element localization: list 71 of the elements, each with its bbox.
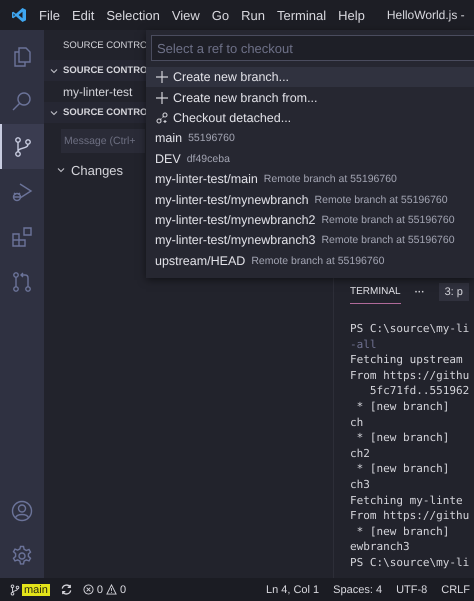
terminal-line: PS C:\source\my-li: [350, 321, 470, 337]
quick-pick-item[interactable]: Create new branch...: [146, 67, 474, 88]
activity-tab[interactable]: [0, 124, 44, 169]
menu-item[interactable]: Help: [338, 8, 365, 22]
quick-pick-item[interactable]: my-linter-test/mynewbranch Remote branch at 55196760: [146, 189, 474, 210]
ref-description: 55196760: [188, 132, 235, 144]
status-item[interactable]: CRLF: [441, 584, 470, 596]
sidebar-title: SOURCE CONTRO: [63, 40, 148, 50]
terminal-line: ewbranch3: [350, 539, 410, 555]
more-actions[interactable]: ···: [414, 286, 425, 298]
menu-item[interactable]: Terminal: [277, 8, 326, 22]
status-item[interactable]: UTF-8: [396, 584, 428, 596]
ref-description: Remote branch at 55196760: [321, 234, 455, 246]
quick-pick-item[interactable]: my-linter-test/mynewbranch3 Remote branch at 55196760: [146, 230, 474, 251]
menu-item[interactable]: File: [39, 8, 60, 22]
detach-icon: [155, 110, 169, 125]
blocks-icon: [10, 224, 34, 248]
terminal-line: * [new branch]: [356, 398, 450, 415]
terminal-line: * [new branch]: [356, 524, 450, 540]
terminal-line: 5fc71fd..551962: [368, 383, 470, 399]
section-header[interactable]: SOURCE CONTRO: [63, 65, 148, 76]
chevron-icon[interactable]: [56, 165, 66, 175]
terminal-line: From https://githu: [350, 368, 470, 384]
ref-description: df49ceba: [186, 152, 230, 165]
terminal-line: ch2: [350, 446, 370, 462]
status-item[interactable]: Spaces: 4: [333, 584, 382, 596]
menu-item[interactable]: Edit: [72, 8, 94, 22]
ref-description: Remote branch at 55196760: [321, 214, 455, 226]
ref-search-field[interactable]: Select a ref to checkout: [151, 35, 474, 61]
quick-pick-item[interactable]: upstream/HEAD Remote branch at 55196760: [146, 250, 474, 271]
branch-icon: [10, 584, 20, 596]
settings-icon[interactable]: [10, 544, 34, 568]
sync-icon[interactable]: [60, 583, 73, 596]
menu-item[interactable]: Run: [241, 8, 265, 22]
warning-icon: [106, 584, 117, 595]
repository-item[interactable]: my-linter-test: [63, 84, 132, 98]
problems-status[interactable]: 0 0: [82, 584, 126, 596]
quick-pick-item[interactable]: my-linter-test/mynewbranch2 Remote branch at 55196760: [146, 210, 474, 230]
terminal-line: ch3: [350, 476, 370, 493]
terminal-line: Fetching my-linte: [350, 492, 463, 508]
quick-pick-item[interactable]: DEV df49ceba: [146, 148, 474, 169]
window-title: HelloWorld.js -: [386, 8, 465, 22]
terminal-line: ch: [350, 414, 364, 430]
panel-tab[interactable]: TERMINAL: [350, 280, 401, 304]
error-icon: [82, 584, 94, 595]
terminal-line: From https://githu: [350, 508, 470, 524]
terminal-line: * [new branch]: [356, 461, 450, 477]
menu-item[interactable]: Selection: [106, 8, 160, 22]
quick-pick-item[interactable]: Create new branch from...: [146, 87, 474, 108]
plus-icon: [155, 70, 169, 84]
menu-item[interactable]: View: [172, 8, 200, 22]
terminal-line: -all: [350, 336, 376, 352]
terminal-line: Fetching upstream: [350, 352, 463, 368]
menu-item[interactable]: Go: [212, 8, 230, 22]
section-header[interactable]: SOURCE CONTRO: [63, 107, 148, 118]
ref-description: Remote branch at 55196760: [264, 173, 397, 186]
app-logo-icon: [11, 7, 27, 23]
quick-pick-item[interactable]: my-linter-test/main Remote branch at 55196760: [146, 168, 474, 190]
message-field[interactable]: Message (Ctrl+: [61, 129, 145, 153]
status-item[interactable]: Ln 4, Col 1: [266, 584, 320, 596]
terminal-line: PS C:\source\my-li: [350, 554, 470, 570]
ref-description: Remote branch at 55196760: [251, 254, 384, 267]
terminal-line: * [new branch]: [356, 430, 450, 446]
quick-pick-item[interactable]: main 55196760: [146, 128, 474, 149]
quick-pick-item[interactable]: Checkout detached...: [146, 108, 474, 128]
account-icon[interactable]: [10, 498, 34, 522]
tree-item[interactable]: Changes: [71, 162, 124, 178]
ref-description: Remote branch at 55196760: [314, 194, 448, 206]
pull-request-icon: [10, 270, 34, 294]
plus-icon: [155, 90, 169, 105]
terminal-picker[interactable]: 3: p: [438, 283, 469, 301]
